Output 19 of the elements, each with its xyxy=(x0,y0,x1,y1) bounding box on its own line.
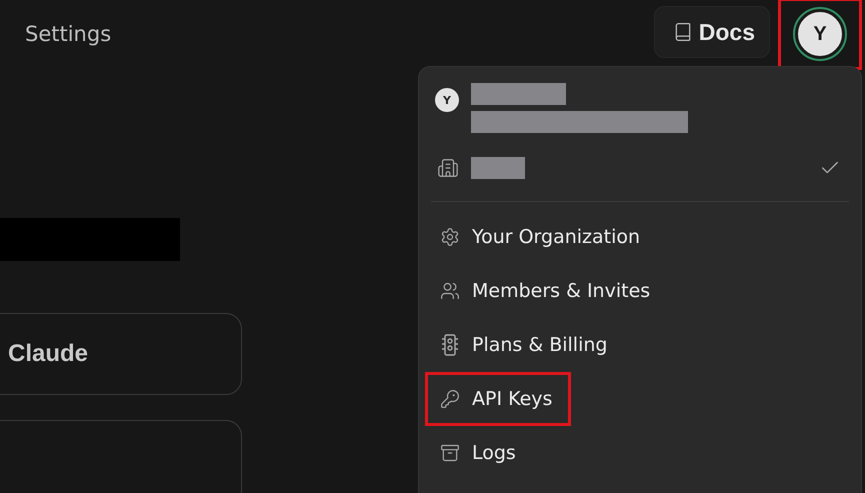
user-avatar: Y xyxy=(435,88,459,112)
card-title: Claude xyxy=(8,340,88,368)
page-title: Settings xyxy=(25,22,112,46)
menu-item[interactable]: Members & Invites xyxy=(425,264,670,318)
billing-icon xyxy=(440,334,460,356)
people-icon xyxy=(440,281,460,301)
menu-item[interactable]: Logs xyxy=(425,426,535,480)
building-icon xyxy=(437,157,459,179)
menu-item[interactable]: API Keys xyxy=(425,372,572,426)
option-card[interactable]: Claude xyxy=(0,313,242,395)
redacted-block xyxy=(471,157,525,179)
docs-button[interactable]: Docs xyxy=(654,6,770,58)
book-icon xyxy=(672,22,693,42)
key-icon xyxy=(440,389,460,409)
settings-icon xyxy=(440,227,460,247)
archive-icon xyxy=(440,443,460,463)
menu-item[interactable]: Your Organization xyxy=(425,210,660,264)
menu-item[interactable]: Plans & Billing xyxy=(425,318,626,372)
avatar-button[interactable]: Y xyxy=(795,9,845,59)
